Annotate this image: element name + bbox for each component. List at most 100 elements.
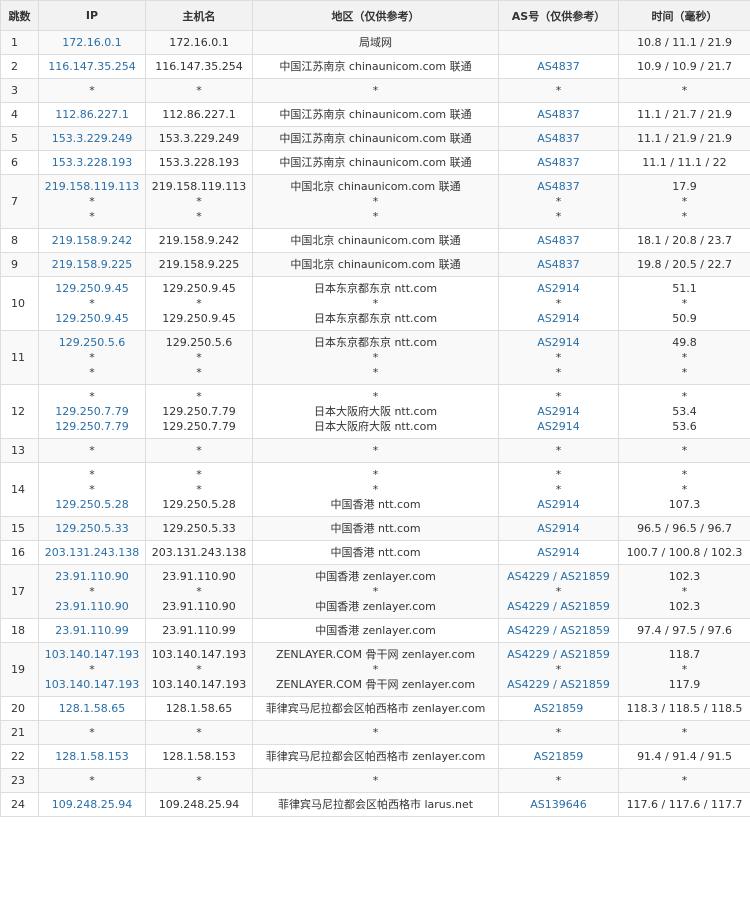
as-link[interactable]: AS4837 <box>501 179 616 194</box>
time-text: 102.3 <box>668 600 701 613</box>
as-link[interactable]: AS139646 <box>501 797 616 812</box>
host-text: 129.250.7.79 <box>162 420 236 433</box>
time-text: 17.9 <box>672 180 697 193</box>
as-text: * <box>555 774 562 787</box>
ip-link[interactable]: 153.3.229.249 <box>41 131 143 146</box>
cell-as: AS2914 * * <box>498 330 619 385</box>
as-link[interactable]: AS2914 <box>501 311 616 326</box>
ip-link[interactable]: 112.86.227.1 <box>41 107 143 122</box>
region-text: 日本大阪府大阪 ntt.com <box>313 405 438 418</box>
cell-ip: * <box>38 78 146 103</box>
traceroute-table: 跳数 IP 主机名 地区（仅供参考） AS号（仅供参考） 时间（毫秒） 1 172… <box>0 0 750 817</box>
as-link[interactable]: AS4837 <box>501 131 616 146</box>
host-text: 128.1.58.65 <box>165 702 233 715</box>
ip-link[interactable]: 129.250.9.45 <box>41 311 143 326</box>
cell-hop: 24 <box>0 792 39 817</box>
cell-ip: 128.1.58.65 <box>38 696 146 721</box>
as-text: * <box>555 468 562 481</box>
ip-text: * <box>89 84 95 97</box>
ip-link[interactable]: 203.131.243.138 <box>41 545 143 560</box>
ip-link[interactable]: 23.91.110.90 <box>41 569 143 584</box>
as-link[interactable]: AS21859 <box>501 749 616 764</box>
table-row: 11 129.250.5.6 * * 129.250.5.6 * * 日本东京都东京 ntt.… <box>0 330 750 385</box>
region-text: 中国北京 chinaunicom.com 联通 <box>290 234 461 247</box>
ip-link[interactable]: 219.158.119.113 <box>41 179 143 194</box>
cell-host: * <box>145 768 253 793</box>
cell-host: 129.250.9.45 * 129.250.9.45 <box>145 276 253 331</box>
ip-link[interactable]: 172.16.0.1 <box>41 35 143 50</box>
ip-link[interactable]: 219.158.9.242 <box>41 233 143 248</box>
ip-link[interactable]: 116.147.35.254 <box>41 59 143 74</box>
region-text: * <box>372 297 379 310</box>
ip-link[interactable]: 128.1.58.153 <box>41 749 143 764</box>
host-text: 129.250.5.6 <box>165 336 233 349</box>
cell-hop: 8 <box>0 228 39 253</box>
ip-link[interactable]: 219.158.9.225 <box>41 257 143 272</box>
ip-link[interactable]: 129.250.7.79 <box>41 419 143 434</box>
ip-link[interactable]: 153.3.228.193 <box>41 155 143 170</box>
as-link[interactable]: AS4837 <box>501 155 616 170</box>
cell-ip: 103.140.147.193 * 103.140.147.193 <box>38 642 146 697</box>
host-text: * <box>196 390 202 403</box>
as-link[interactable]: AS4837 <box>501 59 616 74</box>
table-row: 21 * * * * * <box>0 720 750 745</box>
ip-link[interactable]: 129.250.5.6 <box>41 335 143 350</box>
ip-link[interactable]: 129.250.5.28 <box>41 497 143 512</box>
time-text: 91.4 / 91.4 / 91.5 <box>637 750 732 763</box>
region-text: * <box>372 195 379 208</box>
ip-link[interactable]: 129.250.7.79 <box>41 404 143 419</box>
cell-as: AS4229 / AS21859 * AS4229 / AS21859 <box>498 564 619 619</box>
cell-ip: 129.250.5.6 * * <box>38 330 146 385</box>
as-link[interactable]: AS2914 <box>501 404 616 419</box>
as-link[interactable]: AS2914 <box>501 497 616 512</box>
as-text: * <box>555 726 562 739</box>
as-link[interactable]: AS2914 <box>501 521 616 536</box>
host-text: * <box>196 468 202 481</box>
as-link[interactable]: AS4837 <box>501 257 616 272</box>
ip-link[interactable]: 103.140.147.193 <box>41 647 143 662</box>
as-link[interactable]: AS4229 / AS21859 <box>501 647 616 662</box>
table-row: 23 * * * * * <box>0 768 750 793</box>
cell-as: AS21859 <box>498 696 619 721</box>
table-row: 2 116.147.35.254 116.147.35.254 中国江苏南京 chin… <box>0 54 750 79</box>
cell-as <box>498 30 619 55</box>
cell-host: 23.91.110.99 <box>145 618 253 643</box>
cell-region: 日本东京都东京 ntt.com * * <box>252 330 499 385</box>
ip-link[interactable]: 129.250.9.45 <box>41 281 143 296</box>
table-row: 12 * 129.250.7.79 129.250.7.79 * 129.250.7.79… <box>0 384 750 439</box>
ip-link[interactable]: 103.140.147.193 <box>41 677 143 692</box>
time-text: * <box>681 84 688 97</box>
as-link[interactable]: AS2914 <box>501 545 616 560</box>
cell-host: 172.16.0.1 <box>145 30 253 55</box>
as-link[interactable]: AS4837 <box>501 233 616 248</box>
cell-hop: 2 <box>0 54 39 79</box>
time-text: 18.1 / 20.8 / 23.7 <box>637 234 732 247</box>
cell-ip: 219.158.119.113 * * <box>38 174 146 229</box>
cell-host: * 129.250.7.79 129.250.7.79 <box>145 384 253 439</box>
as-link[interactable]: AS4229 / AS21859 <box>501 677 616 692</box>
as-link[interactable]: AS4229 / AS21859 <box>501 599 616 614</box>
host-text: 129.250.9.45 <box>162 312 236 325</box>
ip-link[interactable]: 23.91.110.90 <box>41 599 143 614</box>
region-text: 中国江苏南京 chinaunicom.com 联通 <box>279 108 472 121</box>
table-row: 15 129.250.5.33 129.250.5.33 中国香港 ntt.com AS… <box>0 516 750 541</box>
ip-link[interactable]: 128.1.58.65 <box>41 701 143 716</box>
region-text: 菲律宾马尼拉都会区帕西格市 zenlayer.com <box>265 750 486 763</box>
table-row: 18 23.91.110.99 23.91.110.99 中国香港 zenlayer.… <box>0 618 750 643</box>
ip-link[interactable]: 129.250.5.33 <box>41 521 143 536</box>
cell-region: 中国香港 zenlayer.com * 中国香港 zenlayer.com <box>252 564 499 619</box>
as-link[interactable]: AS21859 <box>501 701 616 716</box>
as-link[interactable]: AS4229 / AS21859 <box>501 569 616 584</box>
time-text: * <box>681 726 688 739</box>
time-text: * <box>681 351 688 364</box>
as-link[interactable]: AS2914 <box>501 335 616 350</box>
ip-link[interactable]: 109.248.25.94 <box>41 797 143 812</box>
as-link[interactable]: AS4229 / AS21859 <box>501 623 616 638</box>
as-link[interactable]: AS4837 <box>501 107 616 122</box>
ip-link[interactable]: 23.91.110.99 <box>41 623 143 638</box>
as-link[interactable]: AS2914 <box>501 281 616 296</box>
region-text: * <box>372 351 379 364</box>
cell-region: * 日本大阪府大阪 ntt.com 日本大阪府大阪 ntt.com <box>252 384 499 439</box>
as-link[interactable]: AS2914 <box>501 419 616 434</box>
table-row: 16 203.131.243.138 203.131.243.138 中国香港 ntt… <box>0 540 750 565</box>
